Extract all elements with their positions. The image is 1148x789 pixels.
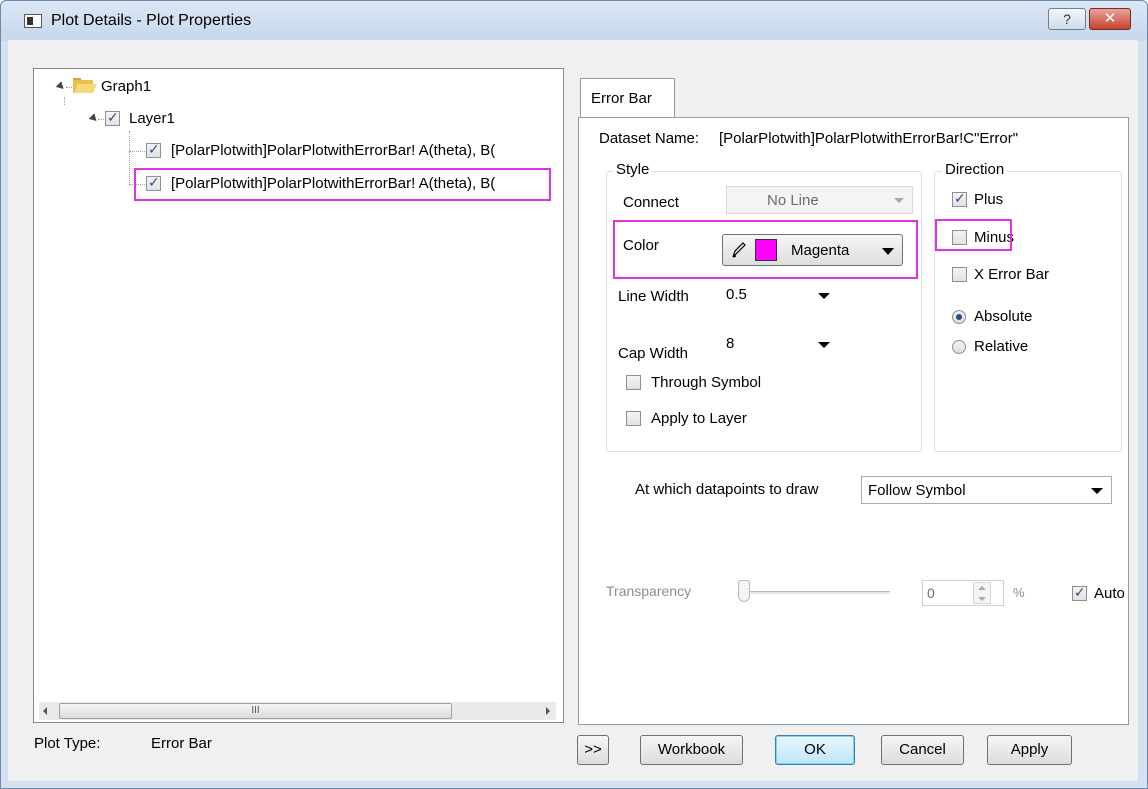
connect-label: Connect (623, 194, 679, 211)
apply-button[interactable]: Apply (987, 735, 1072, 765)
plot-type-value: Error Bar (151, 735, 212, 752)
cancel-button[interactable]: Cancel (881, 735, 964, 765)
through-symbol-checkbox[interactable] (626, 375, 641, 390)
datapoints-dropdown[interactable]: Follow Symbol (861, 476, 1112, 504)
auto-checkbox[interactable] (1072, 584, 1087, 601)
chevron-down-icon (818, 342, 830, 348)
plus-label: Plus (974, 191, 1004, 208)
workbook-button[interactable]: Workbook (640, 735, 743, 765)
tree-label-layer1: Layer1 (129, 110, 175, 127)
scroll-right-icon[interactable] (546, 707, 550, 715)
absolute-radio[interactable] (952, 310, 966, 324)
expand-button[interactable]: >> (577, 735, 609, 765)
line-width-dropdown[interactable]: 0.5 (726, 283, 830, 309)
tree-horizontal-scrollbar[interactable]: III (39, 702, 556, 720)
connect-dropdown[interactable]: No Line (726, 186, 913, 214)
auto-label: Auto (1094, 585, 1125, 602)
spin-down-icon[interactable] (978, 597, 986, 601)
relative-label: Relative (974, 338, 1029, 355)
line-width-value: 0.5 (726, 286, 747, 303)
plot-type-label: Plot Type: (34, 735, 101, 752)
scroll-thumb[interactable]: III (59, 703, 452, 719)
x-error-bar-label: X Error Bar (974, 266, 1050, 283)
expand-arrow-icon[interactable] (55, 81, 67, 92)
datapoints-value: Follow Symbol (868, 482, 966, 499)
transparency-label: Transparency (606, 583, 692, 599)
window-title: Plot Details - Plot Properties (51, 12, 252, 29)
spin-buttons[interactable] (973, 582, 991, 604)
highlight-annotation (134, 168, 551, 201)
layer1-checkbox[interactable] (105, 109, 120, 126)
tree-label-plot-1: [PolarPlotwith]PolarPlotwithErrorBar! A(… (171, 142, 496, 159)
dataset-name-label: Dataset Name: (599, 130, 700, 147)
cap-width-value: 8 (726, 335, 735, 352)
title-bar: Plot Details - Plot Properties ? ✕ (1, 1, 1147, 41)
highlight-annotation (613, 220, 918, 279)
highlight-annotation (935, 219, 1012, 251)
apply-to-layer-label: Apply to Layer (651, 410, 747, 427)
apply-to-layer-checkbox[interactable] (626, 411, 641, 426)
plot-tree[interactable]: Graph1 Layer1 [PolarPlotwith]PolarPlotwi… (33, 68, 564, 723)
style-group-title: Style (613, 161, 653, 178)
chevron-down-icon (894, 198, 904, 203)
relative-radio[interactable] (952, 340, 966, 354)
datapoints-label: At which datapoints to draw (635, 481, 819, 498)
direction-group-title: Direction (942, 161, 1008, 178)
dialog-client-area: Graph1 Layer1 [PolarPlotwith]PolarPlotwi… (8, 40, 1138, 781)
tab-error-bar[interactable]: Error Bar (580, 78, 675, 118)
transparency-slider-track[interactable] (750, 591, 890, 594)
close-button[interactable]: ✕ (1089, 8, 1131, 30)
transparency-value: 0 (927, 585, 935, 601)
chevron-down-icon (818, 293, 830, 299)
cap-width-dropdown[interactable]: 8 (726, 332, 830, 358)
line-width-label: Line Width (618, 288, 689, 305)
connect-value: No Line (767, 192, 819, 209)
transparency-spinbox[interactable]: 0 (922, 580, 1004, 606)
scroll-left-icon[interactable] (43, 707, 47, 715)
help-button[interactable]: ? (1048, 8, 1086, 30)
spin-up-icon[interactable] (978, 586, 986, 590)
dataset-name-value: [PolarPlotwith]PolarPlotwithErrorBar!C"E… (719, 130, 1019, 147)
absolute-label: Absolute (974, 308, 1033, 325)
ok-button[interactable]: OK (775, 735, 855, 765)
transparency-slider-thumb[interactable] (738, 580, 750, 602)
chevron-down-icon (1091, 488, 1103, 494)
through-symbol-label: Through Symbol (651, 374, 762, 391)
app-icon (24, 14, 42, 28)
plus-checkbox[interactable] (952, 190, 967, 207)
cap-width-label: Cap Width (618, 345, 689, 362)
x-error-bar-checkbox[interactable] (952, 267, 967, 282)
transparency-unit: % (1013, 585, 1025, 600)
plot-1-checkbox[interactable] (146, 141, 161, 158)
tree-label-graph1: Graph1 (101, 78, 152, 95)
folder-icon (73, 78, 97, 94)
